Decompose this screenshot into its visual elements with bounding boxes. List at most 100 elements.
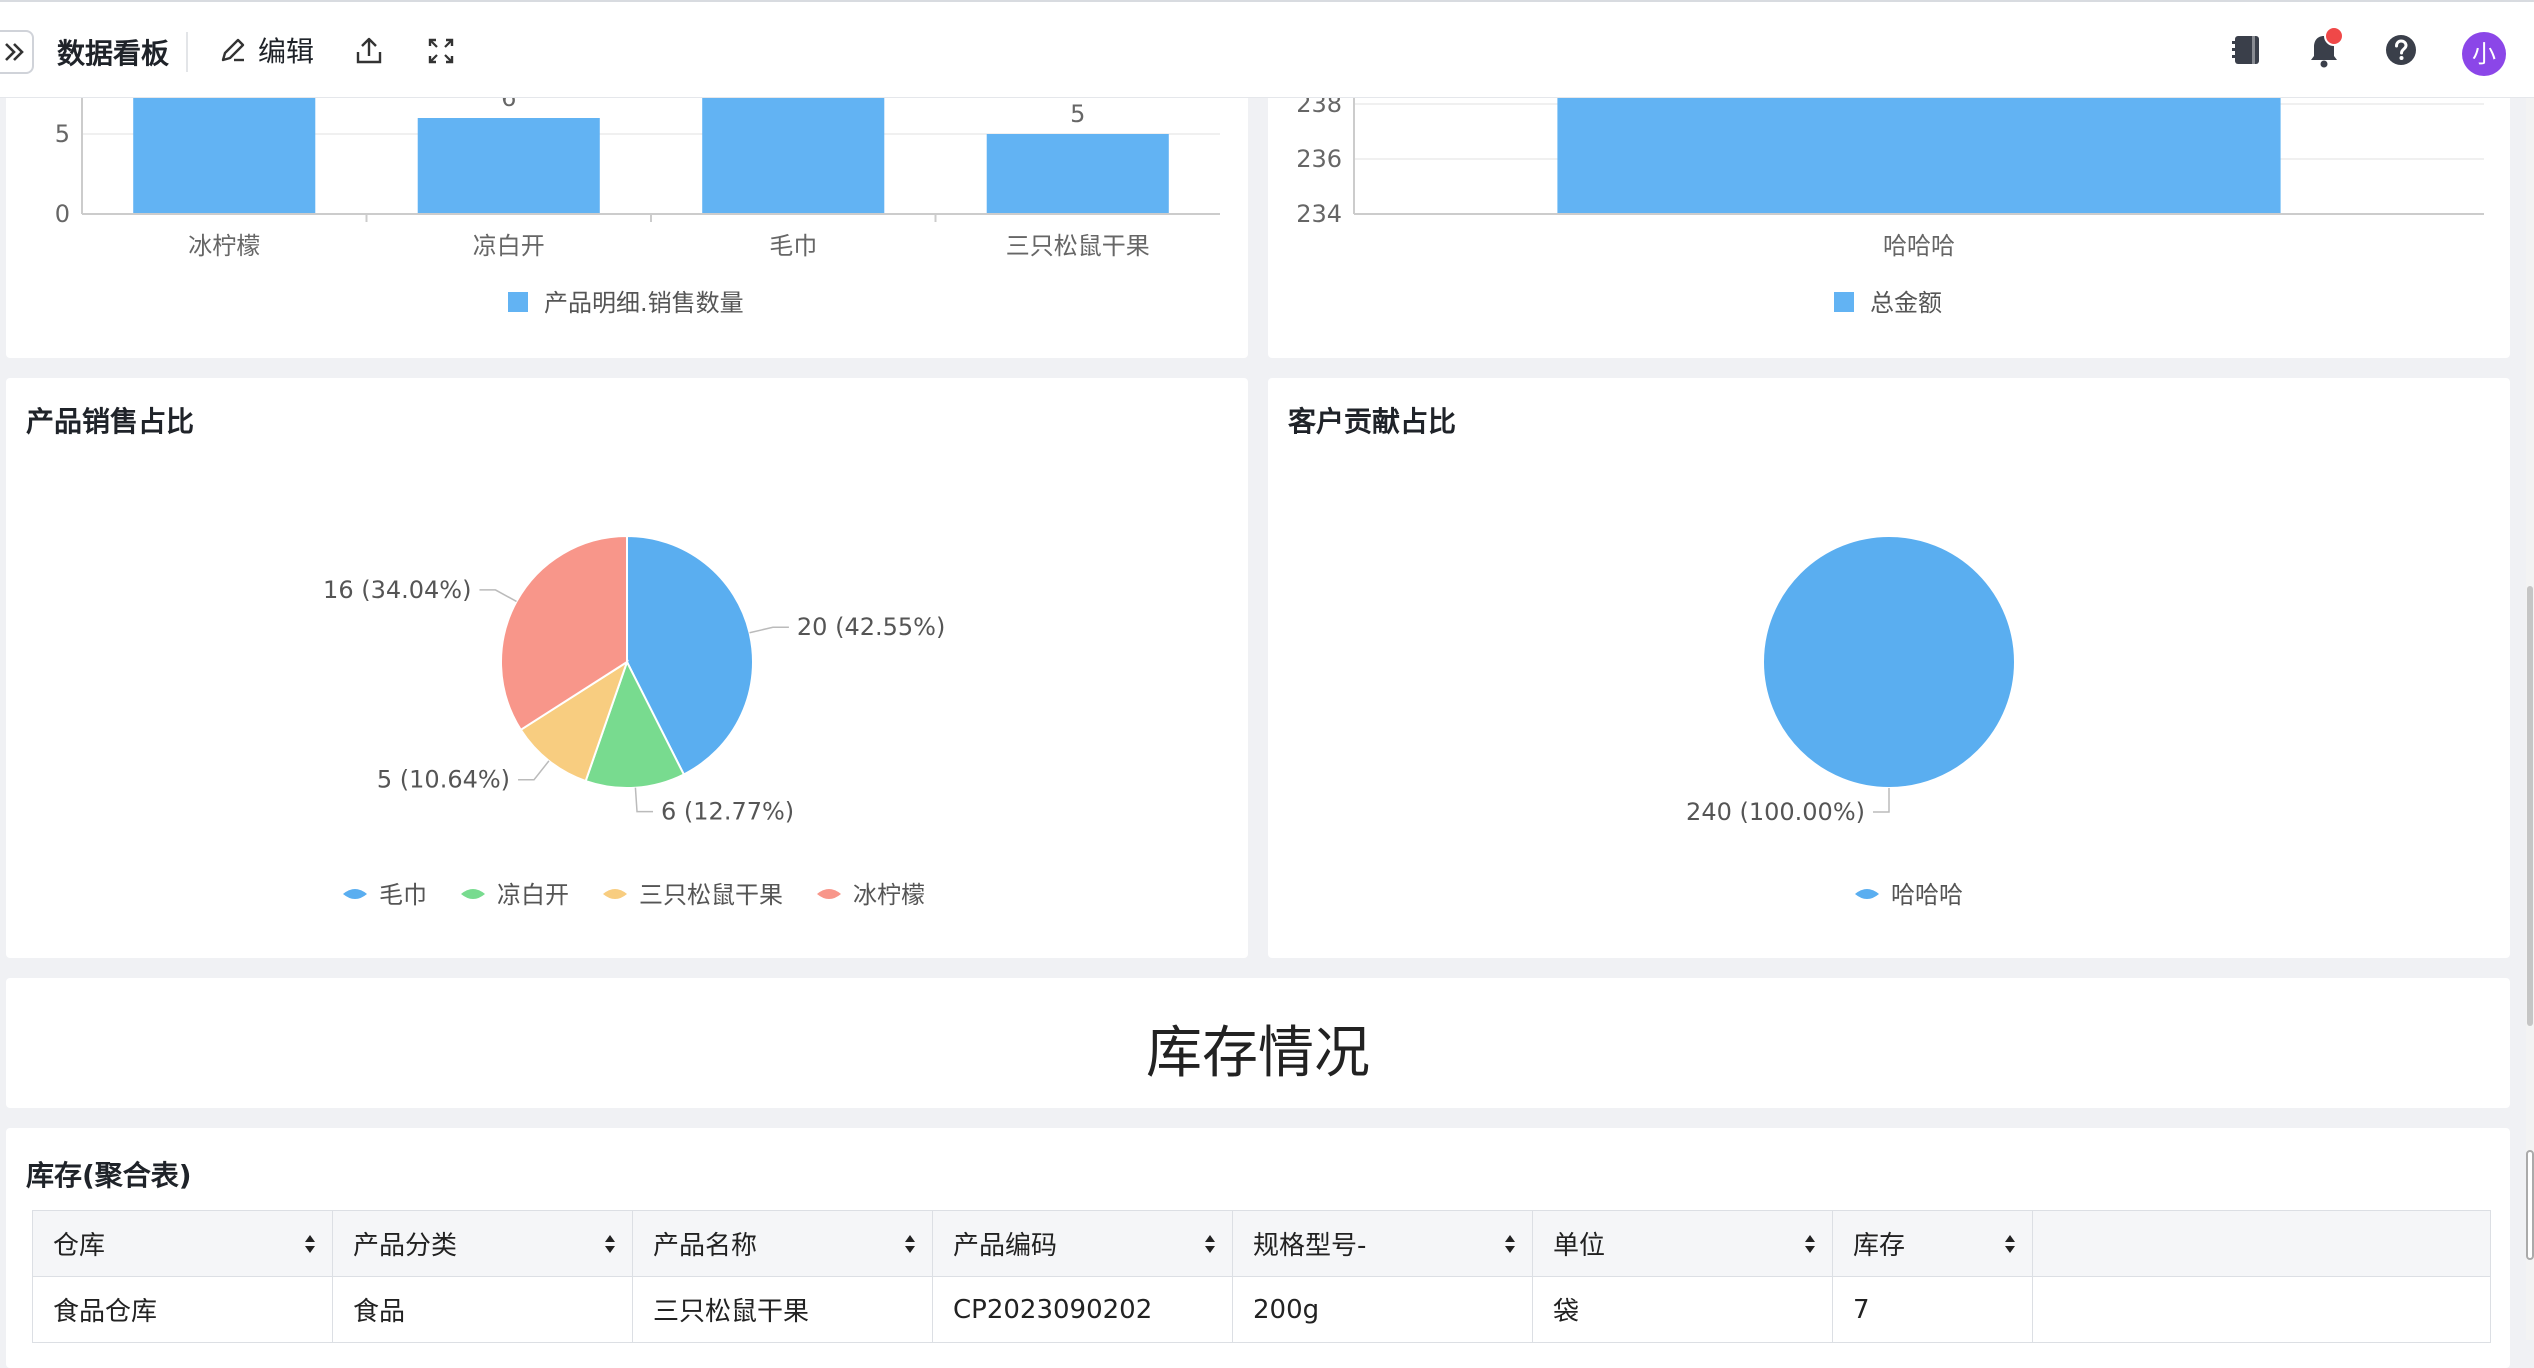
table-row[interactable]: 食品仓库 食品 三只松鼠干果 CP2023090202 200g 袋 7 [32, 1276, 2491, 1343]
table-cell: 三只松鼠干果 [632, 1276, 933, 1343]
inventory-heading: 库存情况 [1146, 1021, 1370, 1086]
y-tick-label: 0 [55, 200, 70, 228]
inventory-table-title: 库存(聚合表) [26, 1159, 192, 1192]
label-leader [749, 626, 789, 634]
y-tick-label: 234 [1296, 200, 1342, 228]
inventory-table: 仓库 产品分类 产品名称 产品编码 规格型号- 单位 库存 食品仓库 食品 三只… [32, 1210, 2491, 1343]
sort-icon[interactable] [1804, 1233, 1816, 1255]
table-cell [2032, 1276, 2491, 1343]
notebook-button[interactable] [2228, 32, 2264, 72]
x-tick-label: 毛巾 [769, 232, 817, 260]
legend-label: 冰柠檬 [853, 881, 925, 909]
page-title: 数据看板 [57, 37, 170, 70]
column-header[interactable]: 单位 [1532, 1210, 1833, 1277]
legend-marker [603, 889, 627, 899]
column-header[interactable]: 产品分类 [332, 1210, 633, 1277]
legend-label: 哈哈哈 [1891, 881, 1963, 909]
table-cell: CP2023090202 [932, 1276, 1233, 1343]
fullscreen-button[interactable] [424, 34, 458, 72]
table-cell: 袋 [1532, 1276, 1833, 1343]
notebook-icon [2232, 36, 2259, 64]
x-tick-label: 三只松鼠干果 [1006, 232, 1150, 260]
inventory-table-card: 库存(聚合表) 仓库 产品分类 产品名称 产品编码 规格型号- 单位 库存 食品… [6, 1128, 2510, 1368]
user-avatar[interactable]: 小 [2462, 32, 2506, 76]
slice-label: 20 (42.55%) [797, 613, 945, 641]
expand-sidebar-button[interactable] [0, 30, 34, 74]
product-sales-share-card: 产品销售占比 20 (42.55%) 6 (12.77%) 5 (10.64%) 16… [6, 378, 1248, 958]
edit-button[interactable]: 编辑 [216, 30, 314, 70]
column-header[interactable]: 产品名称 [632, 1210, 933, 1277]
sort-icon[interactable] [2004, 1233, 2016, 1255]
slice-label: 16 (34.04%) [323, 576, 471, 604]
sort-icon[interactable] [304, 1233, 316, 1255]
label-leader [518, 760, 550, 781]
column-header[interactable]: 产品编码 [932, 1210, 1233, 1277]
data-label: 5 [1070, 100, 1085, 128]
edit-label: 编辑 [258, 35, 315, 68]
sort-icon[interactable] [1204, 1233, 1216, 1255]
slice-label: 6 (12.77%) [661, 798, 794, 826]
label-leader [634, 787, 654, 813]
y-tick-label: 5 [55, 120, 70, 148]
legend-swatch [1834, 292, 1854, 312]
sales-quantity-bar-card: 0 5 冰柠檬 凉白开 6 毛巾 三只松鼠干果 5 产品明细.销售数量 [6, 84, 1248, 358]
table-cell: 200g [1232, 1276, 1533, 1343]
column-header[interactable]: 仓库 [32, 1210, 333, 1277]
legend-label: 三只松鼠干果 [639, 881, 783, 909]
label-leader [1873, 788, 1890, 813]
slice-label: 5 (10.64%) [377, 766, 510, 794]
total-amount-bar-card: 234 236 238 哈哈哈总金额 [1268, 90, 2510, 358]
y-tick-label: 236 [1296, 145, 1342, 173]
help-button[interactable] [2383, 32, 2419, 72]
page-scrollbar-thumb[interactable] [2527, 586, 2533, 1026]
total-amount-bar-chart: 234 236 238 哈哈哈总金额 [1296, 90, 2484, 317]
legend-label: 毛巾 [379, 881, 427, 909]
inventory-heading-card: 库存情况 [6, 978, 2510, 1108]
pencil-icon [221, 38, 245, 62]
table-header-row: 仓库 产品分类 产品名称 产品编码 规格型号- 单位 库存 [32, 1210, 2491, 1277]
x-tick-label: 冰柠檬 [188, 232, 260, 260]
table-cell: 食品仓库 [32, 1276, 333, 1343]
fullscreen-icon [428, 38, 454, 64]
toolbar-divider [186, 32, 188, 72]
label-leader [479, 589, 517, 603]
legend-marker [343, 889, 367, 899]
column-header[interactable]: 库存 [1832, 1210, 2033, 1277]
legend-marker [461, 889, 485, 899]
notification-dot [2324, 26, 2344, 46]
sort-icon[interactable] [904, 1233, 916, 1255]
empty-column-header [2032, 1210, 2491, 1277]
slice-label: 240 (100.00%) [1686, 798, 1865, 826]
bar [133, 98, 316, 214]
sales-quantity-bar-chart: 0 5 冰柠檬 凉白开 6 毛巾 三只松鼠干果 5 产品明细.销售数量 [55, 84, 1220, 317]
help-icon [2386, 35, 2416, 65]
double-chevron-right-icon [5, 43, 24, 61]
y-tick-label: 238 [1296, 98, 1342, 118]
upload-icon [356, 37, 382, 64]
legend-label: 总金额 [1870, 289, 1942, 317]
x-tick-label: 凉白开 [473, 232, 545, 260]
legend-swatch [508, 292, 528, 312]
column-header[interactable]: 规格型号- [1232, 1210, 1533, 1277]
bar [417, 118, 600, 214]
table-cell: 食品 [332, 1276, 633, 1343]
legend-marker [817, 889, 841, 899]
product-sales-pie-chart: 20 (42.55%) 6 (12.77%) 5 (10.64%) 16 (34.04… [323, 534, 945, 909]
table-cell: 7 [1832, 1276, 2033, 1343]
bar [1557, 98, 2281, 214]
share-button[interactable] [352, 34, 386, 72]
customer-contribution-pie-chart: 240 (100.00%) 哈哈哈 [1686, 535, 2016, 909]
bar [702, 98, 885, 214]
table-scroll-handle[interactable] [2526, 1150, 2534, 1260]
sort-icon[interactable] [1504, 1233, 1516, 1255]
data-label: 6 [501, 98, 516, 112]
pie-slice [1762, 535, 2016, 789]
bar [986, 134, 1169, 214]
legend-label: 凉白开 [497, 881, 569, 909]
customer-contribution-card: 客户贡献占比 240 (100.00%) 哈哈哈 [1268, 378, 2510, 958]
sort-icon[interactable] [604, 1233, 616, 1255]
legend-marker [1855, 889, 1879, 899]
x-tick-label: 哈哈哈 [1883, 232, 1955, 260]
legend-label: 产品明细.销售数量 [544, 289, 744, 317]
top-bar: 数据看板 编辑 小 [0, 0, 2534, 98]
